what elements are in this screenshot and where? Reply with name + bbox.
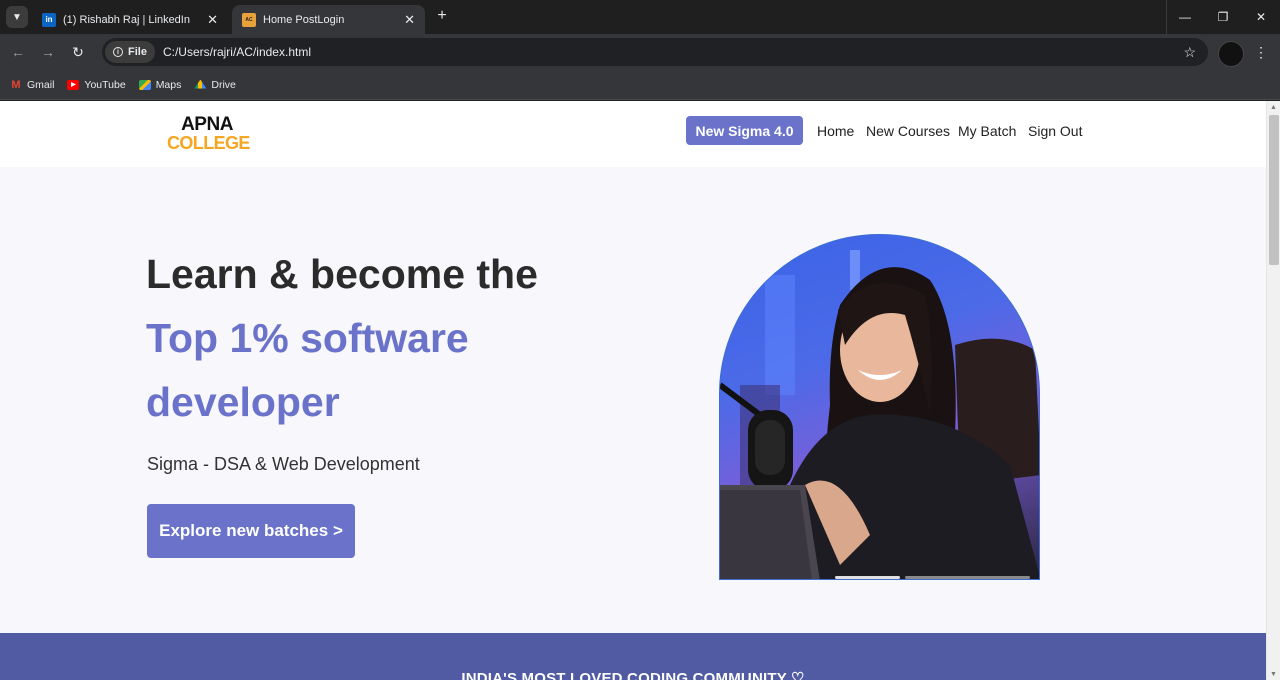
new-tab-button[interactable]: + xyxy=(432,8,452,26)
bookmarks-bar: M Gmail ▶ YouTube Maps Drive xyxy=(0,70,1280,100)
tab-strip: ▼ in (1) Rishabh Raj | LinkedIn ✕ AC Hom… xyxy=(0,0,1280,34)
community-banner: INDIA'S MOST LOVED CODING COMMUNITY ♡ xyxy=(0,633,1266,680)
tab-linkedin[interactable]: in (1) Rishabh Raj | LinkedIn ✕ xyxy=(32,5,228,34)
hero-heading-line2: Top 1% software xyxy=(146,315,469,361)
hero-heading-line1: Learn & become the xyxy=(146,251,538,297)
reload-icon[interactable]: ↻ xyxy=(68,42,88,62)
apna-college-logo[interactable]: APNA COLLEGE xyxy=(167,115,251,152)
restore-button[interactable]: ❐ xyxy=(1204,0,1242,34)
bookmark-gmail[interactable]: M Gmail xyxy=(10,79,54,91)
bookmark-label: Maps xyxy=(155,78,182,91)
info-icon: i xyxy=(113,47,123,57)
gmail-icon: M xyxy=(11,78,21,91)
linkedin-icon: in xyxy=(42,12,56,27)
nav-link-my-batch[interactable]: My Batch xyxy=(958,123,1016,139)
hero-heading-line3: developer xyxy=(146,379,340,425)
site-navbar: APNA COLLEGE New Sigma 4.0 Home New Cour… xyxy=(0,101,1266,167)
nav-link-home[interactable]: Home xyxy=(817,123,854,139)
scrollbar-thumb[interactable] xyxy=(1269,115,1279,265)
address-bar[interactable]: i File C:/Users/rajri/AC/index.html ☆ xyxy=(102,38,1208,66)
minimize-button[interactable]: — xyxy=(1166,0,1204,34)
logo-line1: APNA xyxy=(181,114,233,135)
back-arrow-icon[interactable]: ← xyxy=(8,42,28,62)
tab-home-postlogin[interactable]: AC Home PostLogin ✕ xyxy=(232,5,425,34)
community-banner-text: INDIA'S MOST LOVED CODING COMMUNITY ♡ xyxy=(461,670,805,680)
bookmark-label: Drive xyxy=(211,78,236,91)
site-info-label: File xyxy=(128,46,147,58)
new-sigma-button[interactable]: New Sigma 4.0 xyxy=(686,116,803,145)
logo-line2: COLLEGE xyxy=(167,133,250,153)
bookmark-maps[interactable]: Maps xyxy=(138,78,182,91)
tab-title: Home PostLogin xyxy=(263,13,345,26)
page-viewport: APNA COLLEGE New Sigma 4.0 Home New Cour… xyxy=(0,101,1280,680)
hero-instructor-image xyxy=(719,234,1040,580)
menu-kebab-icon[interactable]: ⋮ xyxy=(1254,44,1268,61)
scroll-up-icon[interactable]: ▲ xyxy=(1270,104,1277,111)
tab-title: (1) Rishabh Raj | LinkedIn xyxy=(63,13,190,26)
url-text[interactable]: C:/Users/rajri/AC/index.html xyxy=(163,45,311,59)
profile-avatar[interactable] xyxy=(1218,41,1244,67)
bookmark-star-icon[interactable]: ☆ xyxy=(1183,44,1196,61)
bookmark-drive[interactable]: Drive xyxy=(194,79,236,91)
nav-link-new-courses[interactable]: New Courses xyxy=(866,123,950,139)
youtube-icon: ▶ xyxy=(67,79,80,90)
site-info-chip[interactable]: i File xyxy=(105,41,155,63)
scroll-down-icon[interactable]: ▼ xyxy=(1270,671,1277,678)
window-close-button[interactable]: ✕ xyxy=(1242,0,1280,34)
close-icon[interactable]: ✕ xyxy=(404,12,415,28)
bookmark-label: YouTube xyxy=(84,78,126,91)
drive-icon xyxy=(194,79,207,89)
hero-subtitle: Sigma - DSA & Web Development xyxy=(147,454,420,474)
nav-link-sign-out[interactable]: Sign Out xyxy=(1028,123,1082,139)
browser-toolbar: ← → ↻ i File C:/Users/rajri/AC/index.htm… xyxy=(0,34,1280,70)
bookmark-youtube[interactable]: ▶ YouTube xyxy=(67,78,126,91)
forward-arrow-icon[interactable]: → xyxy=(38,42,58,62)
page-scrollbar[interactable]: ▲ ▼ xyxy=(1266,101,1280,680)
close-icon[interactable]: ✕ xyxy=(207,12,218,28)
apna-college-favicon: AC xyxy=(242,12,256,27)
bookmark-label: Gmail xyxy=(27,78,55,91)
instructor-illustration xyxy=(720,250,1039,579)
tab-search-button[interactable]: ▼ xyxy=(6,6,28,28)
maps-icon xyxy=(138,79,151,90)
explore-batches-button[interactable]: Explore new batches > xyxy=(147,504,355,558)
